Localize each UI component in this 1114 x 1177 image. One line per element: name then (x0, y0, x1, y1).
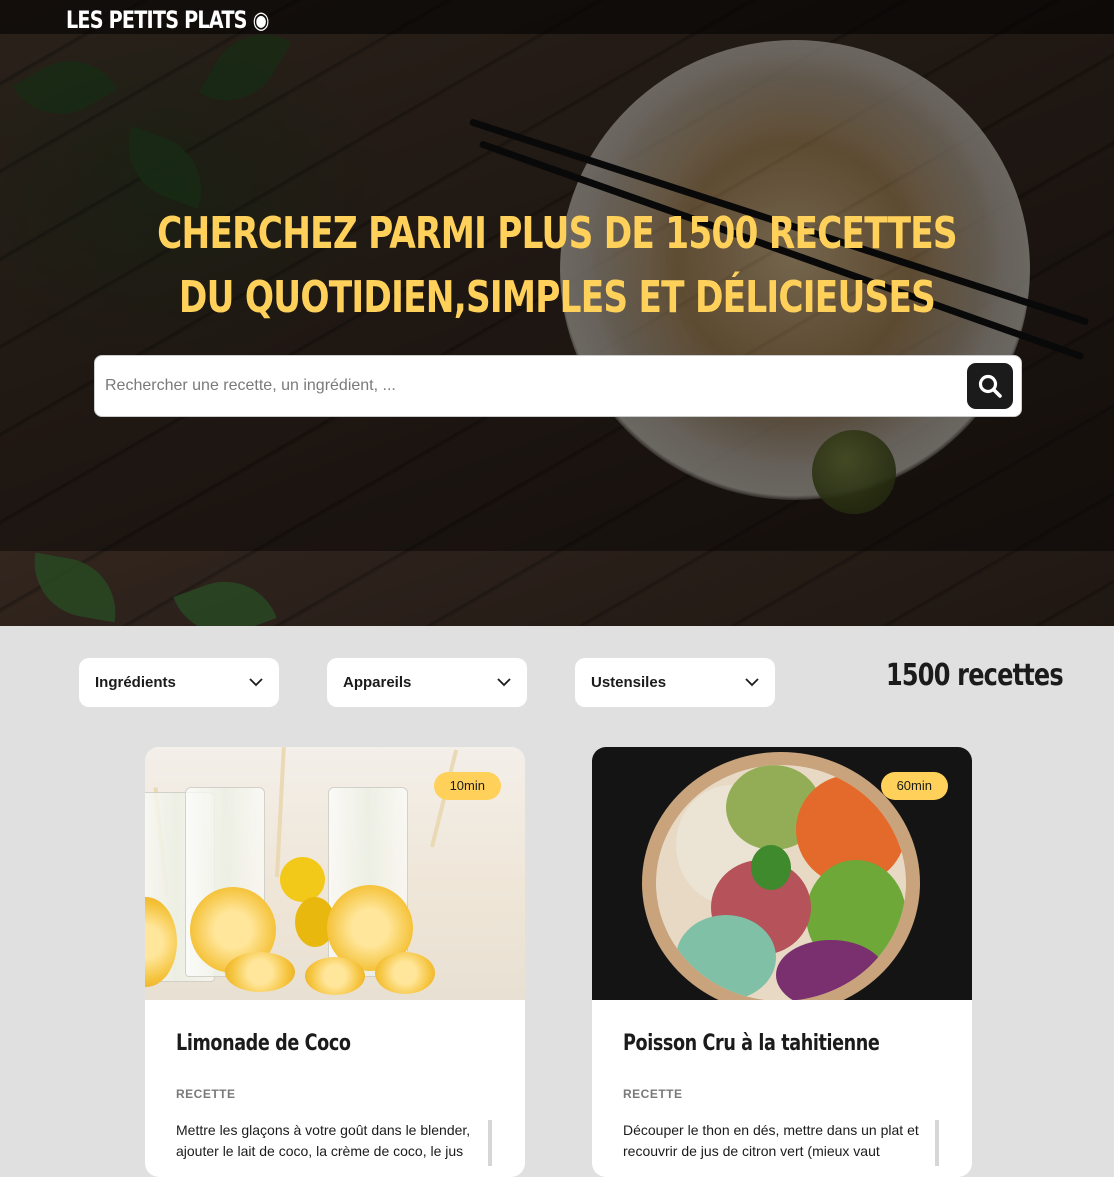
lemon-slice-image (225, 952, 295, 992)
filter-label: Ustensiles (591, 674, 667, 691)
time-badge: 10min (433, 772, 501, 800)
filter-label: Appareils (343, 674, 412, 691)
description-scrollbar[interactable] (488, 1120, 492, 1166)
lemon-slice-image (305, 957, 365, 995)
recipe-section-label: RECETTE (623, 1087, 683, 1101)
recipe-card[interactable]: 60min Poisson Cru à la tahitienne RECETT… (592, 747, 972, 1177)
filter-ustensiles[interactable]: Ustensiles (575, 658, 775, 707)
recipe-title: Limonade de Coco (176, 1031, 351, 1056)
recipe-description: Mettre les glaçons à votre goût dans le … (176, 1122, 471, 1159)
straw-decoration (275, 747, 286, 878)
leaf-decoration (25, 552, 125, 623)
hero-headline-line2: DU QUOTIDIEN,SIMPLES ET DÉLICIEUSES (178, 272, 936, 323)
chevron-down-icon (497, 678, 511, 687)
search-icon (978, 374, 1002, 398)
filter-label: Ingrédients (95, 674, 176, 691)
recipe-description: Découper le thon en dés, mettre dans un … (623, 1122, 919, 1159)
flower-decoration (280, 857, 325, 902)
description-scrollbar[interactable] (935, 1120, 939, 1166)
filter-ingredients[interactable]: Ingrédients (79, 658, 279, 707)
recipe-title: Poisson Cru à la tahitienne (623, 1031, 880, 1056)
lemon-slice-image (375, 952, 435, 994)
recipe-image-lemonade: 10min (145, 747, 525, 1000)
site-logo[interactable]: LES PETITS PLATS ◉ (66, 6, 269, 34)
chevron-down-icon (745, 678, 759, 687)
leaf-decoration (173, 566, 277, 626)
recipe-section-label: RECETTE (176, 1087, 236, 1101)
recipe-card[interactable]: 10min Limonade de Coco RECETTE Mettre le… (145, 747, 525, 1177)
hero-headline-line1: CHERCHEZ PARMI PLUS DE 1500 RECETTES (157, 208, 957, 259)
chevron-down-icon (249, 678, 263, 687)
search-button[interactable] (967, 363, 1013, 409)
hero-headline: CHERCHEZ PARMI PLUS DE 1500 RECETTES DU … (0, 202, 1114, 330)
hero-banner: LES PETITS PLATS ◉ CHERCHEZ PARMI PLUS D… (0, 0, 1114, 626)
recipe-count: 1500 recettes (886, 658, 1064, 693)
search-input[interactable] (95, 356, 967, 416)
search-bar (94, 355, 1022, 417)
site-header: LES PETITS PLATS ◉ (0, 0, 1114, 34)
filter-appareils[interactable]: Appareils (327, 658, 527, 707)
recipe-image-poke-bowl: 60min (592, 747, 972, 1000)
time-badge: 60min (880, 772, 948, 800)
bowl-contents (656, 765, 906, 1000)
